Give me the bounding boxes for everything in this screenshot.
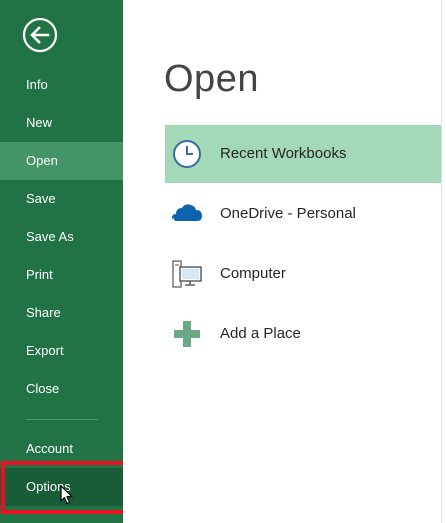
- place-onedrive[interactable]: OneDrive - Personal: [165, 185, 441, 243]
- nav-save-as[interactable]: Save As: [0, 218, 123, 256]
- main-edge: [441, 0, 446, 523]
- back-button[interactable]: [22, 17, 58, 53]
- nav-open[interactable]: Open: [0, 142, 123, 180]
- place-label: OneDrive - Personal: [220, 205, 356, 222]
- place-label: Add a Place: [220, 325, 301, 342]
- nav-export[interactable]: Export: [0, 332, 123, 370]
- nav-new[interactable]: New: [0, 104, 123, 142]
- place-recent-workbooks[interactable]: Recent Workbooks: [165, 125, 441, 183]
- clock-icon: [171, 138, 203, 170]
- mouse-cursor-icon: [60, 485, 73, 505]
- backstage-sidebar: Info New Open Save Save As Print Share E…: [0, 0, 123, 523]
- place-add-a-place[interactable]: Add a Place: [165, 305, 441, 363]
- plus-icon: [171, 318, 203, 350]
- computer-icon: [171, 258, 203, 290]
- nav-save[interactable]: Save: [0, 180, 123, 218]
- place-label: Computer: [220, 265, 286, 282]
- back-arrow-icon: [22, 17, 58, 53]
- nav-divider: [26, 419, 98, 420]
- nav-share[interactable]: Share: [0, 294, 123, 332]
- nav-info[interactable]: Info: [0, 66, 123, 104]
- place-computer[interactable]: Computer: [165, 245, 441, 303]
- nav-close[interactable]: Close: [0, 370, 123, 408]
- nav-print[interactable]: Print: [0, 256, 123, 294]
- place-label: Recent Workbooks: [220, 145, 347, 162]
- page-title: Open: [164, 58, 259, 100]
- onedrive-cloud-icon: [171, 198, 203, 230]
